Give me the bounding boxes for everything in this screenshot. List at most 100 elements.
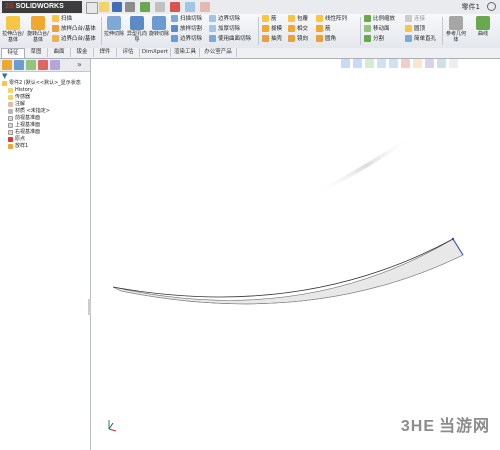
title-bar: 3S SOLIDWORKS 零件1	[0, 0, 500, 15]
display-manager-icon[interactable]	[50, 60, 60, 70]
swept-cut-icon	[171, 15, 178, 22]
open-folder-icon[interactable]	[99, 2, 109, 12]
dome-icon	[405, 25, 412, 32]
tree-item-top-plane[interactable]: 上视基准面	[0, 122, 90, 129]
dimxpert-manager-icon[interactable]	[38, 60, 48, 70]
revolved-cut-button[interactable]: 旋转切除	[148, 16, 170, 46]
rib-button[interactable]: 筋	[262, 15, 277, 24]
undo-icon[interactable]	[140, 2, 150, 12]
surface-cut-button[interactable]: 使用曲面切除	[209, 35, 251, 44]
origin-icon	[8, 137, 13, 142]
tree-item-loft[interactable]: 放样1	[0, 143, 90, 150]
coordinate-triad-icon	[108, 420, 117, 432]
ribbon-divider	[442, 17, 443, 45]
extruded-cut-button[interactable]: 拉伸切除	[103, 16, 125, 46]
tab-weldments[interactable]: 焊件	[94, 48, 117, 57]
blade-vertex	[451, 237, 455, 241]
tree-item-history[interactable]: History	[0, 87, 90, 94]
scale-button[interactable]: 比例缩放	[364, 15, 395, 24]
boundary-cut-2-button[interactable]: 边界切除	[209, 15, 240, 24]
property-manager-icon[interactable]	[14, 60, 24, 70]
tree-item-part[interactable]: 零件2 (默认<<默认>_显示状态	[0, 80, 90, 87]
rib-2-button[interactable]: 筋	[316, 25, 331, 34]
sweep-button[interactable]: 扫描	[52, 15, 72, 24]
history-folder-icon	[8, 88, 13, 93]
join-button[interactable]: 连接	[405, 15, 425, 24]
tree-item-material[interactable]: 材质 <未指定>	[0, 108, 90, 115]
tab-surfaces[interactable]: 曲面	[48, 48, 71, 57]
surface-cut-icon	[209, 35, 216, 42]
tab-features[interactable]: 特征	[1, 48, 25, 58]
sweep-icon	[52, 15, 59, 22]
rib-2-icon	[316, 25, 323, 32]
tree-item-right-plane[interactable]: 右视基准面	[0, 129, 90, 136]
search-icon[interactable]	[487, 2, 496, 11]
options-icon[interactable]	[185, 2, 195, 12]
simple-hole-button[interactable]: 简单直孔	[405, 35, 436, 44]
wrap-button[interactable]: 包覆	[288, 15, 308, 24]
ribbon-divider	[360, 17, 361, 45]
tab-sketch[interactable]: 草图	[25, 48, 48, 57]
material-icon	[8, 109, 13, 114]
reference-geometry-button[interactable]: 参考几何体	[445, 16, 467, 46]
linear-pattern-icon	[316, 15, 323, 22]
fillet-icon	[316, 35, 323, 42]
tree-item-front-plane[interactable]: 前视基准面	[0, 115, 90, 122]
feature-tree: 零件2 (默认<<默认>_显示状态 History 传感器 注解 材质 <未指定…	[0, 80, 90, 150]
tab-dimxpert[interactable]: DimXpert	[140, 48, 171, 57]
tree-item-origin[interactable]: 原点	[0, 136, 90, 143]
fillet-button[interactable]: 圆角	[316, 35, 336, 44]
boundary-boss-button[interactable]: 边界凸台/基体	[52, 35, 96, 44]
tree-item-annotations[interactable]: 注解	[0, 101, 90, 108]
tab-sheet-metal[interactable]: 钣金	[71, 48, 94, 57]
draft-button[interactable]: 拔模	[262, 25, 282, 34]
new-file-icon[interactable]	[86, 2, 98, 14]
extrude-icon	[6, 16, 20, 30]
boundary-cut-button[interactable]: 边界切除	[171, 35, 202, 44]
tab-office-products[interactable]: 办公室产品	[200, 48, 237, 57]
revolve-icon	[31, 16, 45, 30]
shell-button[interactable]: 抽壳	[262, 35, 282, 44]
expand-chevron-icon[interactable]: »	[77, 60, 87, 70]
dome-button[interactable]: 圆顶	[405, 25, 425, 34]
intersect-button[interactable]: 相交	[288, 25, 308, 34]
lofted-cut-button[interactable]: 放样切割	[171, 25, 202, 34]
filter-icon[interactable]: ▼	[2, 72, 7, 80]
tree-item-sensors[interactable]: 传感器	[0, 94, 90, 101]
rebuild-icon[interactable]	[170, 2, 180, 12]
thicken-cut-button[interactable]: 加厚切除	[209, 25, 240, 34]
move-face-icon	[364, 25, 371, 32]
loft-button[interactable]: 放样凸台/基体	[52, 25, 96, 34]
sensors-folder-icon	[8, 95, 13, 100]
tab-render-tools[interactable]: 渲染工具	[171, 48, 200, 57]
tab-evaluate[interactable]: 评估	[117, 48, 140, 57]
document-title: 零件1	[461, 3, 480, 11]
move-face-button[interactable]: 移动面	[364, 25, 390, 34]
hole-wizard-button[interactable]: 异型孔向导	[126, 16, 148, 46]
model-canvas	[112, 135, 464, 305]
boundary-cut-2-icon	[209, 15, 216, 22]
boundary-cut-icon	[171, 35, 178, 42]
file-properties-icon[interactable]	[200, 2, 210, 12]
split-icon	[364, 35, 371, 42]
rib-icon	[262, 15, 269, 22]
revolved-boss-button[interactable]: 旋转凸台/基体	[27, 16, 49, 46]
save-icon[interactable]	[112, 2, 122, 12]
part-icon	[2, 81, 7, 86]
print-icon[interactable]	[125, 2, 135, 12]
feature-manager-icon[interactable]	[2, 60, 12, 70]
swept-cut-button[interactable]: 扫描切除	[171, 15, 202, 24]
annotations-icon	[8, 102, 13, 107]
select-icon[interactable]	[155, 2, 165, 12]
mirror-button[interactable]: 镜向	[288, 35, 308, 44]
solidworks-logo: 3S SOLIDWORKS	[2, 1, 82, 13]
curves-icon	[476, 16, 490, 30]
extruded-boss-button[interactable]: 拉伸凸台/基体	[2, 16, 24, 46]
curves-button[interactable]: 曲线	[472, 16, 494, 46]
hole-wizard-icon	[130, 16, 144, 30]
configuration-manager-icon[interactable]	[26, 60, 36, 70]
watermark: 3HE 当游网	[400, 418, 490, 435]
split-button[interactable]: 分割	[364, 35, 384, 44]
graphics-area[interactable]: 3HE 当游网	[91, 59, 500, 450]
linear-pattern-button[interactable]: 线性阵列	[316, 15, 347, 24]
